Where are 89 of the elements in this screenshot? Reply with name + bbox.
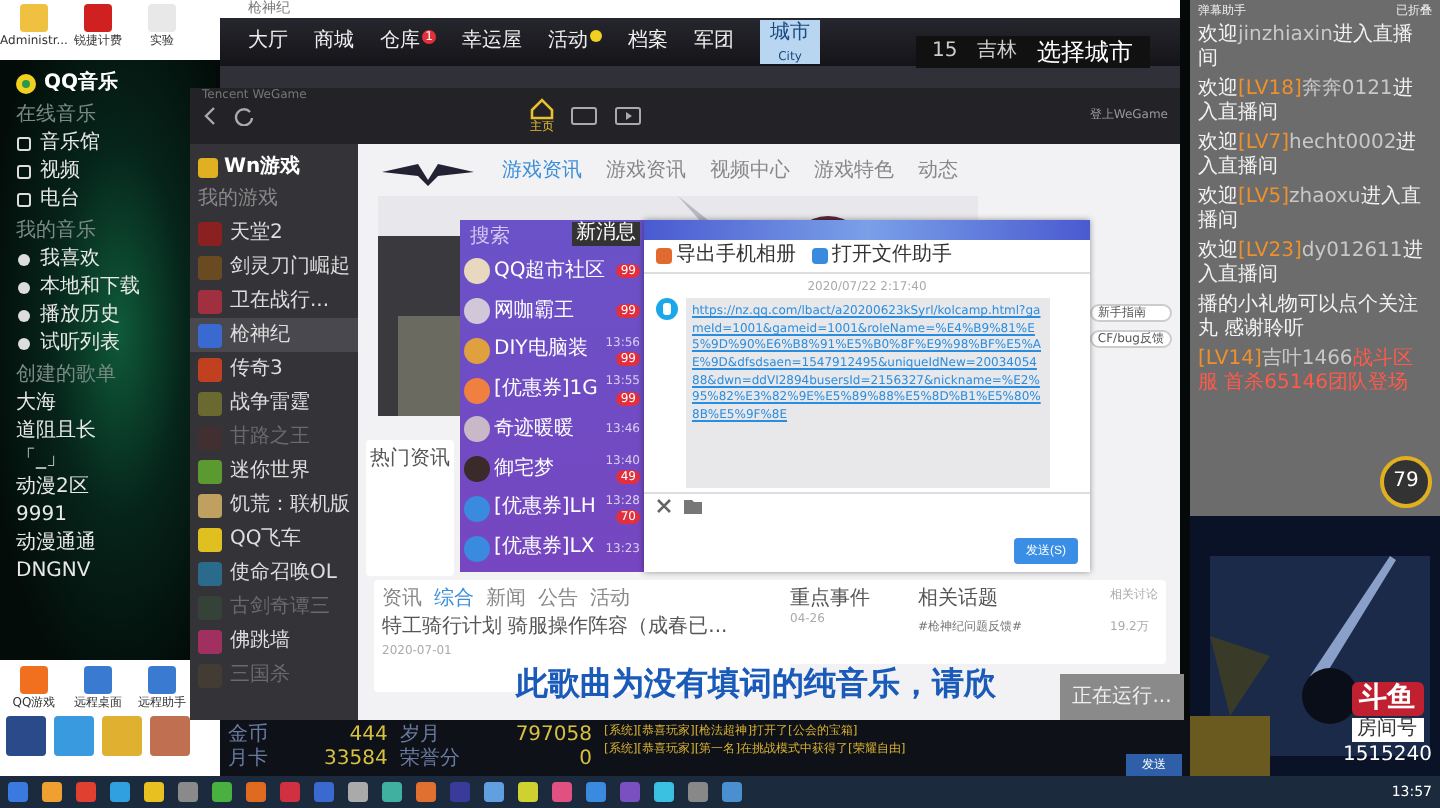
nav-tab[interactable]: 活动 (548, 30, 602, 54)
stat-value: 0 (577, 748, 592, 772)
game-list-item[interactable]: 迷你世界 (190, 454, 358, 488)
nav-tab[interactable]: 商城 (314, 30, 354, 54)
account-name: Wn游戏 (224, 156, 301, 180)
nav-tab[interactable]: 大厅 (248, 30, 288, 54)
news-tab[interactable]: 公告 (538, 588, 578, 612)
avatar-icon (464, 337, 490, 364)
menu-item[interactable]: 音乐馆 (40, 132, 100, 156)
game-list-item[interactable]: 传奇3 (190, 352, 358, 386)
game-list-item[interactable]: 使命召唤OL (190, 556, 358, 590)
stat-label: 荣誉分 (399, 748, 462, 772)
app-title: QQ音乐 (44, 72, 119, 96)
chat-message: 播的小礼物可以点个关注丸 感谢聆听 (1198, 294, 1420, 343)
menu-item[interactable]: 我喜欢 (40, 248, 100, 272)
section-label: 在线音乐 (16, 104, 96, 128)
playlist-item[interactable]: DNGNV (16, 560, 91, 584)
app-icon[interactable] (150, 716, 190, 757)
folder-icon[interactable] (684, 498, 702, 515)
playlist-item[interactable]: 道阻且长 (16, 420, 96, 444)
chat-message: 欢迎jinzhiaxin进入直播间 (1198, 24, 1415, 73)
back-icon[interactable] (202, 106, 218, 126)
stat-value: 444 (347, 724, 388, 748)
toolbar-button[interactable]: 导出手机相册 (656, 244, 796, 268)
avatar-icon (464, 416, 490, 443)
music-logo-icon (16, 74, 36, 94)
news-tab[interactable]: 资讯 (382, 588, 422, 612)
menu-item[interactable]: 电台 (40, 188, 80, 212)
status-text: 正在运行... (1072, 686, 1172, 710)
menu-item[interactable]: 播放历史 (40, 304, 120, 328)
app-icon[interactable] (6, 716, 46, 757)
video-icon[interactable] (614, 106, 642, 126)
menu-item[interactable]: 本地和下载 (40, 276, 140, 300)
news-tab[interactable]: 新闻 (486, 588, 526, 612)
stat-label: 月卡 (228, 748, 270, 772)
playlist-item[interactable]: 9991 (16, 504, 67, 528)
room-number: 1515240 (1342, 744, 1432, 768)
game-list-item[interactable]: QQ飞车 (190, 522, 358, 556)
stat-value: 33584 (322, 748, 388, 772)
avatar-icon (464, 377, 490, 404)
playlist-item[interactable]: 动漫2区 (16, 476, 89, 500)
game-list-item[interactable]: 战争雷霆 (190, 386, 358, 420)
stat-value: 797058 (513, 724, 592, 748)
avatar-icon (464, 258, 490, 285)
game-list-item[interactable]: 佛跳墙 (190, 624, 358, 658)
chat-message: [LV14]吉叶1466战斗区服 首杀65146团队登场 (1198, 348, 1415, 397)
refresh-icon[interactable] (234, 106, 254, 126)
news-headline[interactable]: 特工骑行计划 骑服操作阵容（成春已... (382, 616, 728, 640)
nav-tab[interactable]: 幸运屋 (462, 30, 522, 54)
game-list-item[interactable]: 剑灵刀门崛起 (190, 250, 358, 284)
avatar-icon (464, 535, 490, 562)
room-label: 房间号 (1351, 718, 1424, 742)
playlist-item[interactable]: 动漫通通 (16, 532, 96, 556)
nav-tab[interactable]: 档案 (628, 30, 668, 54)
select-city-button[interactable]: 选择城市 (1037, 37, 1134, 67)
chat-message: 欢迎[LV7]hecht0002进入直播间 (1198, 132, 1419, 181)
section-title: 热门资讯 (370, 448, 450, 472)
game-list-item[interactable]: 饥荒：联机版 (190, 488, 358, 522)
avatar-icon (656, 298, 678, 321)
chat-message: 欢迎[LV18]奔奔0121进入直播间 (1198, 78, 1415, 127)
lyrics-subtitle: 此歌曲为没有填词的纯音乐，请欣 (516, 664, 996, 703)
avatar-icon (464, 298, 490, 325)
playlist-item[interactable]: 「_」 (16, 448, 66, 472)
game-list-item[interactable]: 天堂2 (190, 216, 358, 250)
nav-tab[interactable]: 军团 (694, 30, 734, 54)
game-list-item[interactable]: 卫在战行... (190, 284, 358, 318)
platform-logo: 斗鱼 (1351, 682, 1424, 716)
group-label: 我的游戏 (196, 185, 280, 214)
toolbar-button[interactable]: 打开文件助手 (812, 244, 952, 268)
news-tab[interactable]: 活动 (590, 588, 630, 612)
new-message-tooltip: 新消息 (572, 222, 640, 246)
avatar-icon (464, 456, 490, 483)
stat-label: 岁月 (399, 724, 442, 747)
avatar-icon (464, 495, 490, 522)
section-label: 创建的歌单 (16, 364, 116, 388)
section-title: 重点事件 (790, 588, 872, 612)
section-label: 我的音乐 (16, 220, 96, 244)
stat-label: 金币 (228, 724, 270, 747)
menu-item[interactable]: 试听列表 (40, 332, 120, 356)
notification-dot (590, 30, 602, 42)
section-title: 相关话题 (918, 588, 1000, 612)
news-tab[interactable]: 综合 (434, 588, 474, 612)
menu-item[interactable]: 视频 (40, 160, 80, 184)
chat-message: 欢迎[LV5]zhaoxu进入直播间 (1198, 186, 1423, 235)
playlist-item[interactable]: 大海 (16, 392, 56, 416)
channel-number: 15 (932, 40, 958, 64)
region-name: 吉林 (977, 40, 1018, 64)
chat-message: 欢迎[LV23]dy012611进入直播间 (1198, 240, 1425, 289)
game-list-item[interactable]: 枪神纪 (190, 318, 358, 352)
